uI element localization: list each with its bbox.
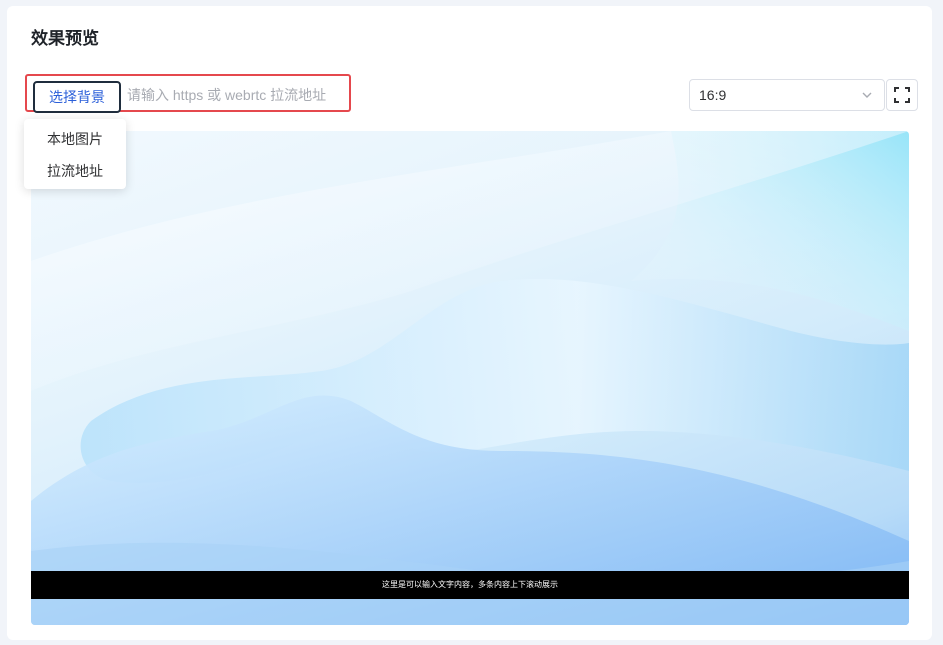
select-background-button[interactable]: 选择背景	[33, 81, 121, 113]
fullscreen-icon	[894, 87, 910, 103]
chevron-down-icon	[862, 92, 872, 98]
stream-url-input[interactable]	[127, 82, 347, 108]
background-toolbar: 选择背景	[25, 74, 351, 113]
background-image	[31, 131, 909, 625]
page-title: 效果预览	[31, 29, 99, 48]
fullscreen-button[interactable]	[886, 79, 918, 111]
aspect-ratio-select[interactable]: 16:9	[689, 79, 885, 111]
aspect-ratio-value: 16:9	[699, 87, 727, 103]
scrolling-caption: 这里是可以输入文字内容，多条内容上下滚动展示	[31, 571, 909, 599]
dropdown-item-stream-url[interactable]: 拉流地址	[24, 157, 126, 189]
preview-canvas: 这里是可以输入文字内容，多条内容上下滚动展示	[31, 131, 909, 625]
preview-card: 效果预览 选择背景 本地图片 拉流地址 16:9	[7, 6, 932, 640]
background-dropdown-menu: 本地图片 拉流地址	[24, 119, 126, 189]
dropdown-item-local-image[interactable]: 本地图片	[24, 125, 126, 157]
